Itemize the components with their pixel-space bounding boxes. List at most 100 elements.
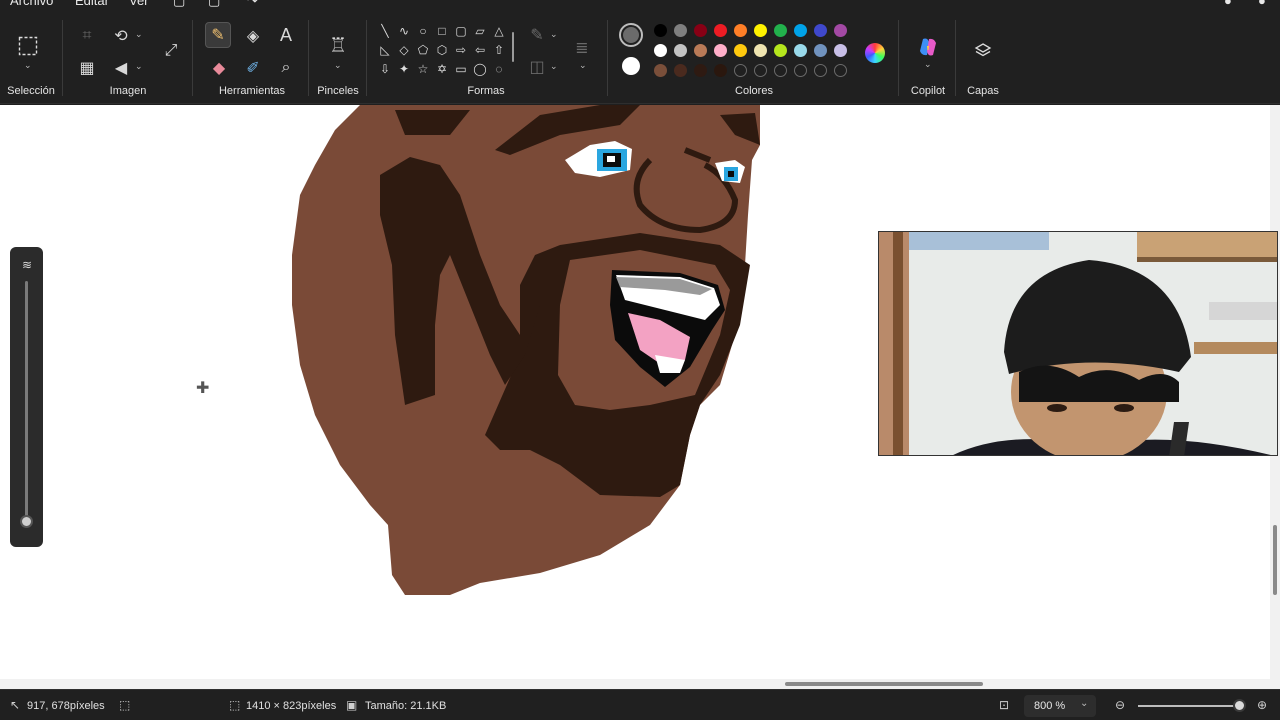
eraser-icon[interactable]: ◆	[209, 58, 229, 78]
color-swatch[interactable]	[714, 64, 727, 77]
color-swatch[interactable]	[754, 64, 767, 77]
right-arrow-shape-icon[interactable]: ⇨	[453, 42, 469, 58]
fill-chevron-down-icon[interactable]: ⌄	[550, 61, 558, 72]
color-swatch[interactable]	[754, 24, 767, 37]
outline-chevron-down-icon[interactable]: ⌄	[550, 29, 558, 40]
color-swatch[interactable]	[694, 64, 707, 77]
color-swatch[interactable]	[834, 24, 847, 37]
rotate-chevron-down-icon[interactable]: ⌄	[135, 29, 143, 40]
rect-callout-shape-icon[interactable]: ▭	[453, 61, 469, 77]
crop-icon[interactable]: ⌗	[77, 26, 97, 46]
color-swatch[interactable]	[734, 44, 747, 57]
text-tool-icon[interactable]: A	[276, 25, 296, 45]
layers-icon[interactable]	[972, 40, 994, 62]
primary-color[interactable]	[619, 23, 643, 47]
rotate-icon[interactable]: ⟲	[111, 26, 131, 46]
brush-icon[interactable]: ♖	[326, 32, 350, 58]
vertical-scroll-thumb[interactable]	[1273, 525, 1277, 595]
color-swatch[interactable]	[674, 64, 687, 77]
horizontal-scrollbar[interactable]	[0, 679, 1280, 689]
color-swatch[interactable]	[654, 64, 667, 77]
menu-editar[interactable]: Editar	[75, 0, 109, 8]
edit-colors-icon[interactable]	[865, 43, 885, 63]
four-point-star-shape-icon[interactable]: ✦	[396, 61, 412, 77]
image-effects-icon[interactable]: ▦	[77, 58, 97, 78]
color-swatch[interactable]	[834, 64, 847, 77]
undo-icon[interactable]: ▢	[208, 0, 220, 9]
menu-ver[interactable]: Ver	[129, 0, 149, 8]
shape-size-chevron-down-icon[interactable]: ⌄	[579, 60, 587, 71]
color-swatch[interactable]	[734, 24, 747, 37]
brush-chevron-down-icon[interactable]: ⌄	[334, 60, 342, 71]
flip-chevron-down-icon[interactable]: ⌄	[135, 61, 143, 72]
color-swatch[interactable]	[654, 44, 667, 57]
fill-bucket-icon[interactable]: ◈	[243, 26, 263, 46]
color-swatch[interactable]	[794, 44, 807, 57]
color-swatch[interactable]	[734, 64, 747, 77]
menu-archivo[interactable]: Archivo	[10, 0, 53, 8]
account-icon[interactable]: ●	[1224, 0, 1232, 8]
shape-size-icon[interactable]: ≣	[571, 38, 593, 58]
zoom-out-icon[interactable]: ⊖	[1115, 698, 1125, 712]
color-swatch[interactable]	[814, 64, 827, 77]
rounded-rectangle-shape-icon[interactable]: ▢	[453, 23, 469, 39]
color-swatch[interactable]	[814, 44, 827, 57]
oval-shape-icon[interactable]: ○	[415, 23, 431, 39]
color-swatch[interactable]	[774, 24, 787, 37]
color-swatch[interactable]	[674, 24, 687, 37]
right-triangle-shape-icon[interactable]: ◺	[377, 42, 393, 58]
color-swatch[interactable]	[694, 44, 707, 57]
color-picker-icon[interactable]: ✐	[243, 58, 263, 78]
zoom-dropdown[interactable]: 800 % ⌄	[1024, 695, 1096, 717]
zoom-slider-knob[interactable]	[1233, 699, 1246, 712]
left-arrow-shape-icon[interactable]: ⇦	[472, 42, 488, 58]
shapes-scrollbar[interactable]	[512, 32, 514, 62]
color-swatch[interactable]	[674, 44, 687, 57]
save-icon[interactable]: ▢	[173, 0, 185, 9]
pencil-icon[interactable]: ✎	[205, 22, 231, 48]
flip-icon[interactable]: ◀	[111, 58, 131, 78]
color-swatch[interactable]	[774, 64, 787, 77]
color-swatch[interactable]	[774, 44, 787, 57]
six-point-star-shape-icon[interactable]: ✡	[434, 61, 450, 77]
triangle-shape-icon[interactable]: △	[491, 23, 507, 39]
selection-chevron-down-icon[interactable]: ⌄	[24, 60, 32, 71]
redo-icon[interactable]: ↷	[247, 0, 258, 9]
magnifier-icon[interactable]: ⌕	[276, 58, 296, 78]
resize-icon[interactable]: ⤢	[160, 40, 182, 62]
copilot-icon[interactable]	[917, 36, 939, 58]
color-swatch[interactable]	[714, 44, 727, 57]
diamond-shape-icon[interactable]: ◇	[396, 42, 412, 58]
color-swatch[interactable]	[654, 24, 667, 37]
secondary-color[interactable]	[622, 57, 640, 75]
hexagon-shape-icon[interactable]: ⬡	[434, 42, 450, 58]
rectangle-shape-icon[interactable]: □	[434, 23, 450, 39]
color-swatch[interactable]	[814, 24, 827, 37]
five-point-star-shape-icon[interactable]: ☆	[415, 61, 431, 77]
fill-icon[interactable]: ◫	[528, 58, 546, 76]
curve-shape-icon[interactable]: ∿	[396, 23, 412, 39]
horizontal-scroll-thumb[interactable]	[785, 682, 983, 686]
color-swatch[interactable]	[794, 64, 807, 77]
zoom-slider[interactable]	[1138, 705, 1242, 707]
color-swatch[interactable]	[794, 24, 807, 37]
polygon-shape-icon[interactable]: ▱	[472, 23, 488, 39]
color-swatch[interactable]	[754, 44, 767, 57]
pentagon-shape-icon[interactable]: ⬠	[415, 42, 431, 58]
up-arrow-shape-icon[interactable]: ⇧	[491, 42, 507, 58]
down-arrow-shape-icon[interactable]: ⇩	[377, 61, 393, 77]
zoom-in-icon[interactable]: ⊕	[1257, 698, 1267, 712]
oval-callout-shape-icon[interactable]: ◯	[472, 61, 488, 77]
color-swatch[interactable]	[714, 24, 727, 37]
copilot-chevron-down-icon[interactable]: ⌄	[924, 59, 932, 70]
cloud-callout-shape-icon[interactable]: ◌	[491, 61, 507, 77]
color-swatch[interactable]	[834, 44, 847, 57]
fit-to-window-icon[interactable]: ⊡	[999, 698, 1009, 712]
settings-icon[interactable]: ●	[1258, 0, 1266, 8]
color-swatch[interactable]	[694, 24, 707, 37]
brush-size-knob[interactable]	[20, 515, 33, 528]
outline-icon[interactable]: ✎	[528, 26, 546, 44]
brush-size-track[interactable]	[25, 281, 28, 527]
selection-icon[interactable]	[16, 34, 40, 58]
line-shape-icon[interactable]: ╲	[377, 23, 393, 39]
